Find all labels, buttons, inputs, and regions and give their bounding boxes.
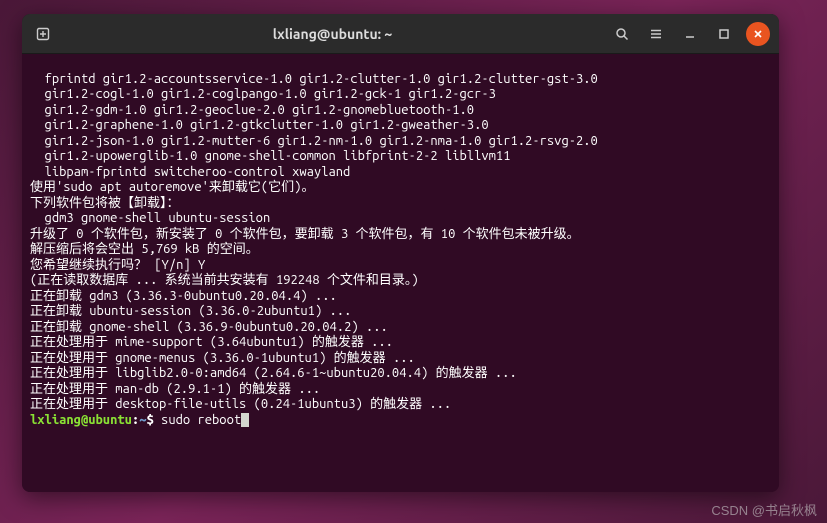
output-line: 正在处理用于 libglib2.0-0:amd64 (2.64.6-1~ubun… xyxy=(30,366,517,380)
output-line: 升级了 0 个软件包，新安装了 0 个软件包，要卸载 3 个软件包，有 10 个… xyxy=(30,227,580,241)
minimize-button[interactable] xyxy=(675,19,705,49)
minimize-icon xyxy=(683,27,697,41)
output-line: 解压缩后将会空出 5,769 kB 的空间。 xyxy=(30,242,259,256)
terminal-body[interactable]: fprintd gir1.2-accountsservice-1.0 gir1.… xyxy=(22,54,779,492)
output-line: (正在读取数据库 ... 系统当前共安装有 192248 个文件和目录。) xyxy=(30,273,419,287)
output-line: gdm3 gnome-shell ubuntu-session xyxy=(30,211,270,225)
output-line: 正在处理用于 gnome-menus (3.36.0-1ubuntu1) 的触发… xyxy=(30,351,415,365)
cursor xyxy=(241,413,249,427)
new-tab-icon xyxy=(36,27,50,41)
hamburger-icon xyxy=(649,27,663,41)
output-line: gir1.2-upowerglib-1.0 gnome-shell-common… xyxy=(30,149,510,163)
close-icon xyxy=(746,22,770,46)
output-line: gir1.2-gdm-1.0 gir1.2-geoclue-2.0 gir1.2… xyxy=(30,103,474,117)
output-line: 正在卸载 ubuntu-session (3.36.0-2ubuntu1) ..… xyxy=(30,304,351,318)
prompt-dollar: $ xyxy=(146,413,161,427)
terminal-window: lxliang@ubuntu: ~ xyxy=(22,14,779,492)
titlebar-left xyxy=(28,19,58,49)
maximize-icon xyxy=(717,27,731,41)
prompt-user-host: lxliang@ubuntu xyxy=(30,413,132,427)
output-line: 正在处理用于 desktop-file-utils (0.24-1ubuntu3… xyxy=(30,397,451,411)
output-line: 您希望继续执行吗？ [Y/n] Y xyxy=(30,258,205,272)
output-line: fprintd gir1.2-accountsservice-1.0 gir1.… xyxy=(30,72,598,86)
output-line: gir1.2-cogl-1.0 gir1.2-coglpango-1.0 gir… xyxy=(30,87,496,101)
output-line: libpam-fprintd switcheroo-control xwayla… xyxy=(30,165,350,179)
window-title: lxliang@ubuntu: ~ xyxy=(64,26,601,42)
titlebar-right xyxy=(607,19,773,49)
output-line: 正在卸载 gdm3 (3.36.3-0ubuntu0.20.04.4) ... xyxy=(30,289,337,303)
output-line: 正在处理用于 mime-support (3.64ubuntu1) 的触发器 .… xyxy=(30,335,393,349)
output-line: 正在卸载 gnome-shell (3.36.9-0ubuntu0.20.04.… xyxy=(30,320,388,334)
output-line: 正在处理用于 man-db (2.9.1-1) 的触发器 ... xyxy=(30,382,320,396)
typed-command: sudo reboot xyxy=(161,413,241,427)
close-button[interactable] xyxy=(743,19,773,49)
new-tab-button[interactable] xyxy=(28,19,58,49)
output-line: gir1.2-json-1.0 gir1.2-mutter-6 gir1.2-n… xyxy=(30,134,598,148)
search-icon xyxy=(615,27,629,41)
output-line: 下列软件包将被【卸载】： xyxy=(30,196,180,210)
search-button[interactable] xyxy=(607,19,637,49)
output-line: gir1.2-graphene-1.0 gir1.2-gtkclutter-1.… xyxy=(30,118,489,132)
prompt-line: lxliang@ubuntu:~$ sudo reboot xyxy=(30,413,249,427)
watermark: CSDN @书启秋枫 xyxy=(711,500,817,519)
titlebar: lxliang@ubuntu: ~ xyxy=(22,14,779,54)
maximize-button[interactable] xyxy=(709,19,739,49)
menu-button[interactable] xyxy=(641,19,671,49)
output-line: 使用'sudo apt autoremove'来卸载它(它们)。 xyxy=(30,180,314,194)
